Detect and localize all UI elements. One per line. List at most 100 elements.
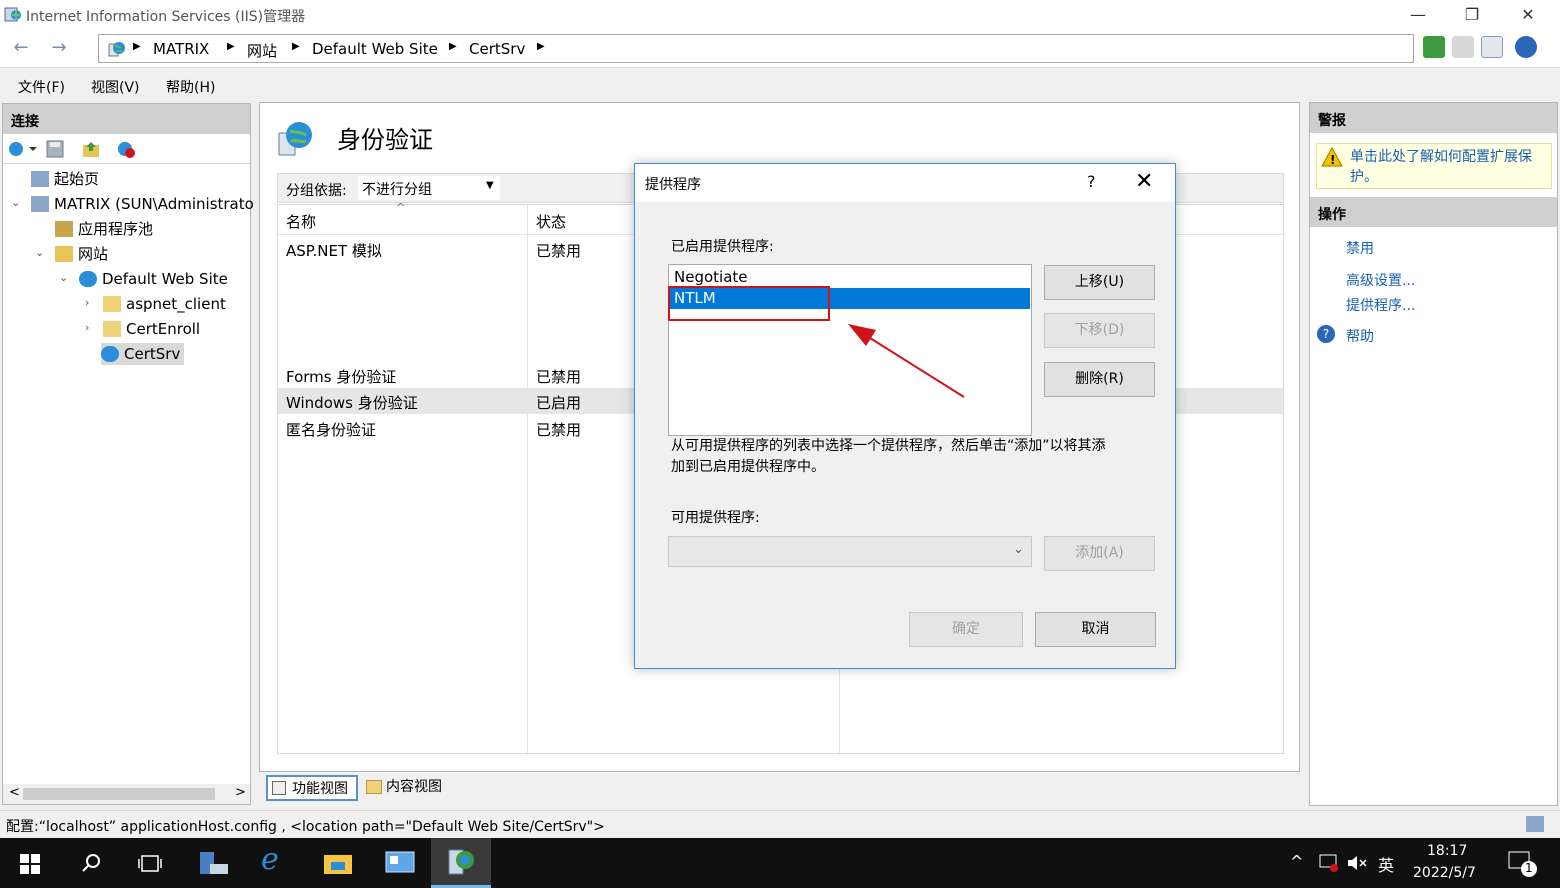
row-name: Windows 身份验证: [286, 394, 418, 412]
row-name: ASP.NET 模拟: [286, 242, 382, 260]
enabled-providers-label: 已启用提供程序:: [671, 239, 774, 255]
internet-explorer-icon: e: [261, 842, 279, 877]
actions-panel: 警报 ! 单击此处了解如何配置扩展保护。 操作 禁用 高级设置... 提供程序.…: [1309, 102, 1558, 806]
volume-muted-icon[interactable]: [1346, 853, 1368, 873]
row-status: 已禁用: [536, 242, 582, 260]
notification-icon[interactable]: [1507, 850, 1541, 880]
action-providers[interactable]: 提供程序...: [1346, 295, 1415, 315]
refresh-icon[interactable]: [1423, 36, 1445, 58]
up-folder-icon[interactable]: [81, 139, 101, 159]
alert-link[interactable]: 单击此处了解如何配置扩展保护。: [1350, 147, 1548, 187]
iis-manager-taskbar-button[interactable]: [431, 838, 491, 888]
back-button[interactable]: ←: [8, 36, 34, 62]
group-by-select[interactable]: 不进行分组 ▼: [358, 176, 500, 200]
file-explorer-button[interactable]: [307, 838, 367, 888]
scroll-right-button[interactable]: >: [235, 785, 246, 800]
cancel-button[interactable]: 取消: [1035, 612, 1156, 647]
crumb-matrix[interactable]: MATRIX: [153, 40, 209, 58]
alerts-header: 警报: [1310, 103, 1557, 133]
action-disable[interactable]: 禁用: [1346, 238, 1374, 258]
breadcrumb[interactable]: ▶ MATRIX ▶ 网站 ▶ Default Web Site ▶ CertS…: [98, 34, 1414, 63]
globe-icon: [79, 271, 97, 287]
tree-certsrv[interactable]: CertSrv: [101, 343, 185, 365]
disconnect-icon[interactable]: [115, 139, 137, 159]
alert-box[interactable]: ! 单击此处了解如何配置扩展保护。: [1316, 143, 1552, 189]
console-icon: [385, 851, 415, 873]
menu-help[interactable]: 帮助(H): [166, 77, 215, 97]
search-button[interactable]: [60, 838, 120, 888]
move-up-button[interactable]: 上移(U): [1044, 265, 1155, 300]
minimize-button[interactable]: —: [1390, 0, 1446, 30]
clock-date[interactable]: 2022/5/7: [1413, 865, 1476, 881]
action-help[interactable]: 帮助: [1346, 326, 1374, 346]
action-advanced-settings[interactable]: 高级设置...: [1346, 270, 1415, 290]
horizontal-scrollbar[interactable]: < >: [3, 784, 250, 804]
tray-chevron-up-icon[interactable]: ^: [1290, 852, 1303, 871]
connect-icon[interactable]: [7, 140, 37, 158]
close-button[interactable]: ✕: [1500, 0, 1556, 30]
menu-view[interactable]: 视图(V): [91, 77, 140, 97]
row-status: 已禁用: [536, 421, 582, 439]
home-icon[interactable]: [1481, 36, 1503, 58]
tree-sites[interactable]: 网站: [55, 243, 108, 265]
clock-time[interactable]: 18:17: [1427, 843, 1467, 859]
tree-default-web-site[interactable]: Default Web Site: [79, 268, 228, 290]
move-down-button[interactable]: 下移(D): [1044, 313, 1155, 348]
tree-certenroll[interactable]: CertEnroll: [103, 318, 200, 340]
list-item[interactable]: Negotiate: [670, 267, 1030, 288]
task-view-icon: [138, 855, 162, 872]
svg-text:!: !: [1330, 153, 1335, 167]
chevron-down-icon[interactable]: ⌄: [59, 271, 68, 284]
save-icon[interactable]: [45, 139, 65, 159]
forward-button[interactable]: →: [46, 36, 72, 62]
available-providers-select[interactable]: ⌄: [668, 536, 1032, 567]
crumb-separator: ▶: [133, 41, 141, 52]
tab-content-view[interactable]: 内容视图: [362, 775, 452, 801]
file-explorer-icon: [324, 855, 352, 874]
tab-features-view[interactable]: 功能视图: [266, 775, 358, 801]
server-manager-button[interactable]: [184, 838, 244, 888]
help-icon[interactable]: [1515, 36, 1537, 58]
search-icon: [82, 854, 100, 872]
tree-server[interactable]: MATRIX (SUN\Administrato: [31, 193, 254, 215]
task-view-button[interactable]: [120, 838, 180, 888]
row-status: 已启用: [536, 394, 582, 412]
warning-icon: !: [1321, 147, 1343, 167]
app-pool-icon: [55, 221, 73, 237]
menu-file[interactable]: 文件(F): [18, 77, 65, 97]
tree-app-pools[interactable]: 应用程序池: [55, 218, 153, 240]
restore-button[interactable]: ❐: [1444, 0, 1500, 30]
crumb-certsrv[interactable]: CertSrv: [469, 40, 525, 58]
scroll-left-button[interactable]: <: [9, 785, 20, 800]
ime-indicator[interactable]: 英: [1378, 852, 1394, 876]
chevron-right-icon[interactable]: ›: [85, 321, 89, 334]
crumb-default-web-site[interactable]: Default Web Site: [312, 40, 438, 58]
sort-asc-icon: ^: [396, 201, 406, 214]
crumb-separator: ▶: [227, 41, 235, 52]
column-name[interactable]: 名称: [286, 211, 316, 232]
network-icon[interactable]: [1318, 853, 1340, 873]
column-status[interactable]: 状态: [536, 211, 566, 232]
annotation-highlight-box: [668, 286, 830, 321]
status-text: 配置:“localhost” applicationHost.config , …: [6, 819, 605, 835]
add-button[interactable]: 添加(A): [1044, 536, 1155, 571]
address-bar: ← → ▶ MATRIX ▶ 网站 ▶ Default Web Site ▶ C…: [0, 30, 1560, 68]
ie-button[interactable]: e: [245, 838, 305, 888]
dialog-help-button[interactable]: ?: [1087, 172, 1096, 191]
stop-icon[interactable]: [1452, 36, 1474, 58]
start-button[interactable]: [0, 838, 60, 888]
remove-button[interactable]: 删除(R): [1044, 362, 1155, 397]
chevron-down-icon[interactable]: ⌄: [35, 246, 44, 259]
crumb-sites[interactable]: 网站: [247, 40, 277, 61]
providers-dialog: 提供程序 ? ✕ 已启用提供程序: Negotiate NTLM 上移(U) 下…: [634, 163, 1176, 669]
chevron-down-icon[interactable]: ⌄: [11, 196, 20, 209]
scroll-thumb[interactable]: [23, 788, 215, 800]
windows-logo-icon: [20, 854, 40, 874]
tree-start-page[interactable]: 起始页: [31, 168, 99, 190]
iis-manager-icon: [448, 849, 474, 875]
dialog-close-button[interactable]: ✕: [1135, 169, 1153, 194]
ok-button[interactable]: 确定: [909, 612, 1023, 647]
chevron-right-icon[interactable]: ›: [85, 296, 89, 309]
tree-aspnet-client[interactable]: aspnet_client: [103, 293, 226, 315]
console-button[interactable]: [369, 838, 429, 888]
